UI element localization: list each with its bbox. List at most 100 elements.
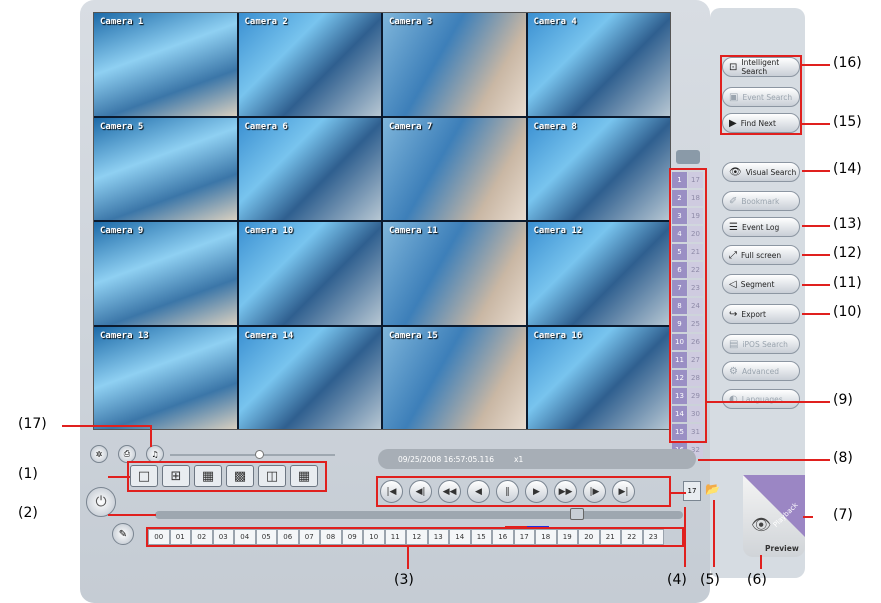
camera-tile[interactable]: Camera 4 [527, 13, 670, 116]
callout-line-11 [802, 284, 830, 286]
layout-highlight [127, 461, 327, 492]
callout-3: (3) [394, 572, 414, 588]
camera-tile[interactable]: Camera 1 [94, 13, 237, 116]
callout-line-14 [802, 170, 830, 172]
volume-knob[interactable] [255, 450, 264, 459]
camera-tile[interactable]: Camera 3 [383, 13, 526, 116]
camera-icon [676, 150, 700, 164]
camera-label: Camera 13 [100, 330, 149, 341]
snapshot-button[interactable]: ✲ [90, 445, 108, 463]
callout-11: (11) [833, 275, 862, 291]
visual-search-icon: 👁 [729, 166, 742, 178]
camera-label: Camera 14 [244, 330, 294, 341]
callout-13: (13) [833, 216, 862, 232]
status-speed: x1 [514, 454, 524, 464]
callout-line-12 [802, 254, 830, 256]
event-log-icon: ☰ [729, 221, 738, 233]
callout-2: (2) [18, 505, 38, 521]
callout-line-9 [707, 401, 830, 403]
callout-line-13 [802, 225, 830, 227]
callout-7: (7) [833, 507, 853, 523]
callout-12: (12) [833, 245, 862, 261]
callout-line-5 [713, 500, 715, 567]
callout-line-7 [803, 516, 813, 518]
search-highlight [720, 55, 802, 135]
event-log-button[interactable]: ☰ Event Log [722, 217, 800, 237]
callout-9: (9) [833, 392, 853, 408]
export-button[interactable]: ↪ Export [722, 304, 800, 324]
camera-tile[interactable]: Camera 16 [527, 326, 670, 429]
callout-8: (8) [833, 450, 853, 466]
camera-label: Camera 12 [533, 226, 583, 236]
calendar-button[interactable]: 17 [683, 481, 701, 501]
mode-switch[interactable]: Playback 👁 Preview [743, 475, 805, 557]
power-button[interactable]: ⏻ [86, 487, 116, 517]
volume-slider[interactable] [170, 454, 335, 456]
segment-icon: ◁ [729, 278, 737, 290]
callout-line-4b [671, 492, 686, 494]
button-label: Visual Search [745, 167, 797, 177]
camera-tile[interactable]: Camera 10 [238, 222, 381, 325]
camera-tile[interactable]: Camera 5 [94, 117, 237, 220]
callout-16: (16) [833, 55, 862, 71]
camera-tile[interactable]: Camera 14 [238, 326, 381, 429]
camera-label: Camera 3 [389, 17, 433, 27]
camera-label: Camera 15 [389, 330, 438, 341]
status-bar: 09/25/2008 16:57:05.116 x1 [378, 449, 696, 469]
button-label: Full screen [741, 250, 782, 260]
callout-14: (14) [833, 161, 862, 177]
callout-line-3 [407, 547, 409, 569]
slider-handle[interactable] [570, 508, 584, 520]
callout-line-6 [760, 555, 762, 569]
status-datetime: 09/25/2008 16:57:05.116 [398, 454, 494, 464]
callout-6: (6) [747, 572, 767, 588]
visual-search-button[interactable]: 👁 Visual Search [722, 162, 800, 182]
callout-4: (4) [667, 572, 687, 588]
ipos-search-button[interactable]: ▤ iPOS Search [722, 334, 800, 354]
button-label: Segment [740, 279, 775, 289]
advanced-icon: ⚙ [729, 365, 738, 377]
open-folder-icon[interactable]: 📂 [705, 482, 721, 500]
settings-icon[interactable]: ✎ [112, 523, 134, 545]
bookmark-icon: ✐ [729, 195, 738, 207]
camera-label: Camera 2 [244, 17, 288, 27]
camera-label: Camera 11 [389, 226, 438, 236]
camera-tile[interactable]: Camera 8 [527, 117, 670, 220]
callout-line-2 [108, 514, 156, 516]
callout-5: (5) [700, 572, 720, 588]
camera-tile[interactable]: Camera 15 [383, 326, 526, 429]
camera-label: Camera 7 [389, 121, 433, 132]
callout-line-17 [62, 425, 152, 427]
eye-icon: 👁 [751, 515, 772, 534]
camera-tile[interactable]: Camera 2 [238, 13, 381, 116]
callout-line-17b [150, 425, 152, 447]
callout-15: (15) [833, 114, 862, 130]
callout-line-15 [802, 123, 830, 125]
button-label: Export [741, 309, 766, 319]
camera-tile[interactable]: Camera 6 [238, 117, 381, 220]
camera-tile[interactable]: Camera 7 [383, 117, 526, 220]
camera-label: Camera 4 [533, 17, 577, 27]
camera-tile[interactable]: Camera 13 [94, 326, 237, 429]
camera-label: Camera 5 [100, 121, 144, 132]
callout-line-1 [108, 476, 130, 478]
callout-line-16 [802, 64, 830, 66]
camera-label: Camera 16 [533, 330, 583, 341]
languages-button[interactable]: ◐ Languages [722, 389, 800, 409]
full-screen-button[interactable]: ⤢ Full screen [722, 245, 800, 265]
advanced-button[interactable]: ⚙ Advanced [722, 361, 800, 381]
callout-line-8 [698, 459, 830, 461]
camera-tile[interactable]: Camera 9 [94, 222, 237, 325]
hours-highlight [146, 527, 684, 547]
segment-button[interactable]: ◁ Segment [722, 274, 800, 294]
callout-line-4 [684, 507, 686, 567]
callout-17: (17) [18, 416, 47, 432]
camera-label: Camera 8 [533, 121, 577, 132]
bookmark-button[interactable]: ✐ Bookmark [722, 191, 800, 211]
calendar-day: 17 [687, 487, 697, 495]
playback-slider[interactable] [155, 511, 683, 519]
camera-tile[interactable]: Camera 12 [527, 222, 670, 325]
export-icon: ↪ [729, 308, 738, 320]
playback-highlight [376, 476, 671, 507]
camera-tile[interactable]: Camera 11 [383, 222, 526, 325]
